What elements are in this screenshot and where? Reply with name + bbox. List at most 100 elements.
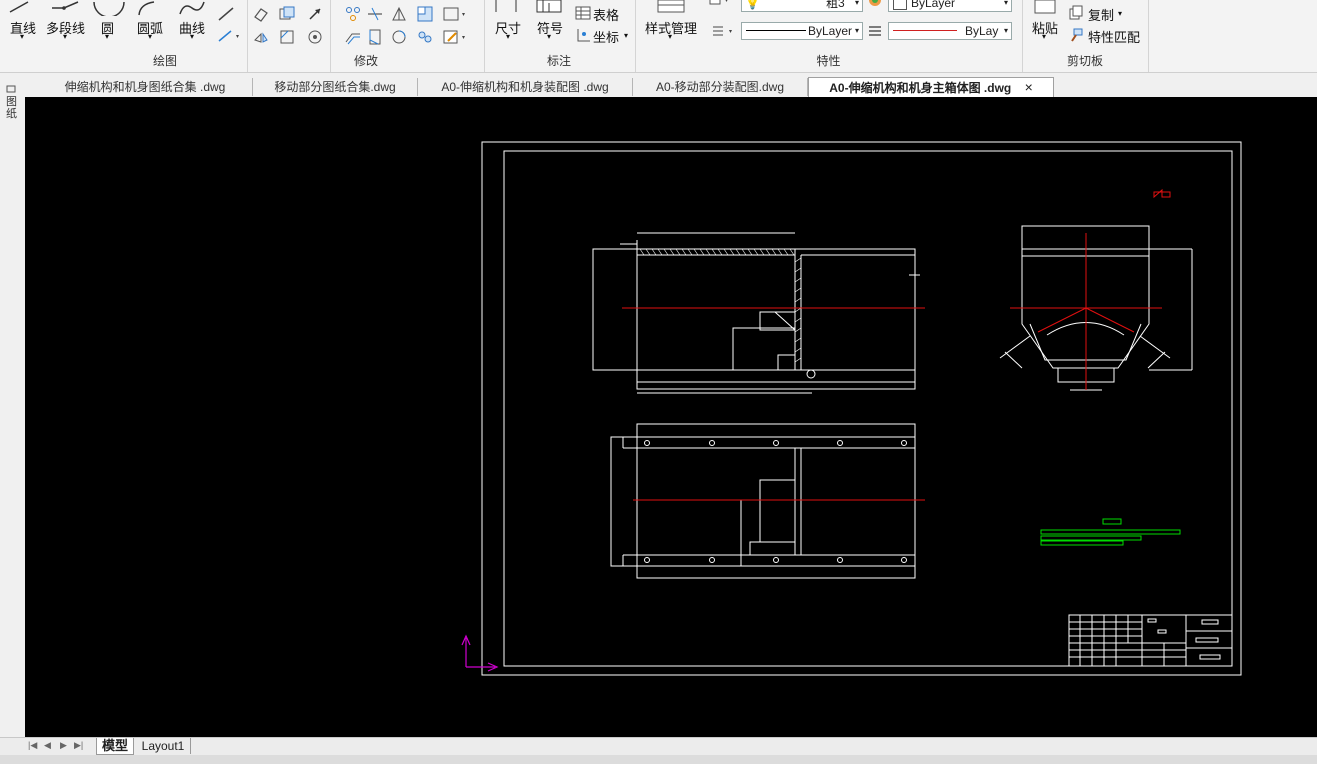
- curve-tool-dropdown-icon[interactable]: ▾: [190, 32, 194, 41]
- polyline-tool-dropdown-icon[interactable]: ▾: [63, 32, 67, 41]
- lineweight-combo-value: ByLay: [965, 24, 999, 38]
- lineweight-combo-dropdown-icon: ▾: [1003, 26, 1008, 35]
- lineweight-combo[interactable]: ByLay ▾: [888, 22, 1012, 40]
- array-icon[interactable]: [344, 5, 362, 23]
- copy-object-icon[interactable]: [278, 5, 296, 23]
- color-combo-dropdown-icon: ▾: [1003, 0, 1008, 7]
- color-wheel-icon[interactable]: [867, 0, 883, 8]
- tab-file-2[interactable]: 移动部分图纸合集.dwg: [253, 78, 418, 96]
- nav-next-icon[interactable]: ▶: [60, 740, 67, 751]
- nav-last-icon[interactable]: ▶|: [74, 740, 83, 751]
- copy-dropdown-icon[interactable]: ▾: [1118, 9, 1122, 18]
- drawing-svg[interactable]: [25, 97, 1317, 737]
- annotate-panel-title: 标注: [546, 54, 571, 68]
- lineweight-icon[interactable]: [867, 24, 883, 38]
- rotate-icon[interactable]: [306, 28, 324, 46]
- tab-file-3[interactable]: A0-伸缩机构和机身装配图 .dwg: [418, 78, 633, 96]
- circle-tool-icon[interactable]: [92, 0, 126, 16]
- copy-label[interactable]: 复制: [1088, 5, 1114, 24]
- tab-file-5-active[interactable]: A0-伸缩机构和机身主箱体图 .dwg ×: [808, 77, 1054, 98]
- dimension-dropdown-icon[interactable]: ▾: [506, 32, 510, 41]
- tab-file-4-label: A0-移动部分装配图.dwg: [655, 80, 785, 94]
- match-properties-icon[interactable]: [1068, 27, 1084, 43]
- drawing-canvas[interactable]: [25, 97, 1317, 737]
- drawings-panel-label[interactable]: 图纸: [6, 96, 18, 120]
- move-icon[interactable]: [306, 5, 324, 23]
- ray-line-icon[interactable]: [217, 27, 243, 43]
- arc-tool-icon[interactable]: [136, 0, 160, 16]
- scale-icon[interactable]: [390, 5, 408, 23]
- table-icon[interactable]: [575, 5, 591, 21]
- properties-panel-title: 特性: [816, 54, 841, 68]
- clipboard-panel-title: 剪切板: [1066, 54, 1103, 68]
- stretch-icon[interactable]: [416, 5, 434, 23]
- linetype-combo-dropdown-icon: ▾: [854, 26, 859, 35]
- top-view-bolt-holes: [644, 440, 907, 563]
- tab-file-1-label: 伸缩机构和机身图纸合集 .dwg: [64, 80, 226, 94]
- circle-tool-dropdown-icon[interactable]: ▾: [105, 32, 109, 41]
- trim-icon[interactable]: [366, 5, 384, 23]
- coordinate-icon[interactable]: [575, 27, 591, 43]
- linetype-icon[interactable]: [711, 24, 737, 38]
- style-manager-dropdown-icon[interactable]: ▾: [668, 32, 672, 41]
- tab-file-2-label: 移动部分图纸合集.dwg: [274, 80, 396, 94]
- fillet-icon[interactable]: [278, 28, 296, 46]
- linetype-combo[interactable]: ByLayer ▾: [741, 22, 863, 40]
- extend-icon[interactable]: [366, 28, 384, 46]
- style-manager-icon[interactable]: [655, 0, 689, 14]
- annotate-panel: 尺寸 ▾ 符号 ▾ 表格 坐标 ▾ 标注: [483, 0, 636, 72]
- polyline-tool-icon[interactable]: [50, 0, 82, 14]
- tab-file-4[interactable]: A0-移动部分装配图.dwg: [633, 78, 808, 96]
- offset-icon[interactable]: [344, 28, 362, 46]
- symbol-icon[interactable]: [535, 0, 563, 14]
- coordinate-dropdown-icon[interactable]: ▾: [624, 31, 628, 40]
- table-label[interactable]: 表格: [593, 5, 619, 24]
- file-tab-bar: 伸缩机构和机身图纸合集 .dwg 移动部分图纸合集.dwg A0-伸缩机构和机身…: [0, 76, 1317, 98]
- tab-layout1[interactable]: Layout1: [136, 738, 191, 754]
- properties-panel: 样式管理 ▾ 💡 粗3 ▾ ByLayer ▾ ByLayer ▾ ByLay …: [635, 0, 1023, 72]
- side-view-centerlines: [1010, 233, 1162, 390]
- arc-tool-dropdown-icon[interactable]: ▾: [148, 32, 152, 41]
- color-combo[interactable]: ByLayer ▾: [888, 0, 1012, 12]
- rectangle-icon[interactable]: [442, 5, 468, 23]
- mirror-icon[interactable]: [252, 28, 270, 46]
- explode-icon[interactable]: [416, 28, 434, 46]
- tab-file-1[interactable]: 伸缩机构和机身图纸合集 .dwg: [38, 78, 253, 96]
- break-icon[interactable]: [390, 28, 408, 46]
- curve-tool-icon[interactable]: [178, 0, 206, 16]
- tab-close-icon[interactable]: ×: [1025, 79, 1033, 95]
- layer-combo[interactable]: 💡 粗3 ▾: [741, 0, 863, 12]
- clipboard-panel: 粘贴 ▾ 复制 ▾ 特性匹配 剪切板: [1022, 0, 1149, 72]
- modify-panel-title: 修改: [353, 54, 378, 68]
- layer-properties-icon[interactable]: [707, 0, 733, 8]
- front-view-hatching: [639, 248, 802, 363]
- line-tool-dropdown-icon[interactable]: ▾: [20, 32, 24, 41]
- paste-icon[interactable]: [1032, 0, 1058, 14]
- copy-icon[interactable]: [1068, 5, 1084, 21]
- construction-line-icon[interactable]: [217, 6, 235, 22]
- tab-file-5-label: A0-伸缩机构和机身主箱体图 .dwg: [829, 81, 1012, 95]
- nav-first-icon[interactable]: |◀: [28, 740, 37, 751]
- match-properties-label[interactable]: 特性匹配: [1088, 27, 1140, 46]
- symbol-dropdown-icon[interactable]: ▾: [547, 32, 551, 41]
- layer-combo-value: 粗3: [826, 0, 845, 10]
- tab-layout1-label: Layout1: [141, 739, 185, 753]
- title-block: [1068, 614, 1233, 667]
- tab-model[interactable]: 模型: [96, 738, 134, 755]
- layout-tab-bar: |◀ ◀ ▶ ▶| 模型 Layout1: [0, 737, 1317, 755]
- nav-prev-icon[interactable]: ◀: [44, 740, 51, 751]
- coordinate-label[interactable]: 坐标: [593, 27, 619, 46]
- pin-icon[interactable]: [5, 84, 19, 94]
- modify-panel: 修改: [247, 0, 485, 72]
- paste-dropdown-icon[interactable]: ▾: [1042, 32, 1046, 41]
- top-view: [610, 423, 916, 579]
- edit-icon[interactable]: [442, 28, 468, 46]
- sheet-outer-border: [481, 141, 1242, 676]
- line-tool-icon[interactable]: [8, 0, 32, 14]
- ribbon: 直线 ▾ 多段线 ▾ 圆 ▾ 圆弧 ▾ 曲线 ▾ 绘图 修改 尺寸 ▾ 符号 ▾…: [0, 0, 1317, 73]
- status-bar: [0, 755, 1317, 764]
- erase-icon[interactable]: [252, 5, 270, 23]
- dimension-icon[interactable]: [493, 0, 519, 14]
- red-cloud-marker: [1153, 188, 1171, 199]
- linetype-sample-icon: [746, 30, 806, 31]
